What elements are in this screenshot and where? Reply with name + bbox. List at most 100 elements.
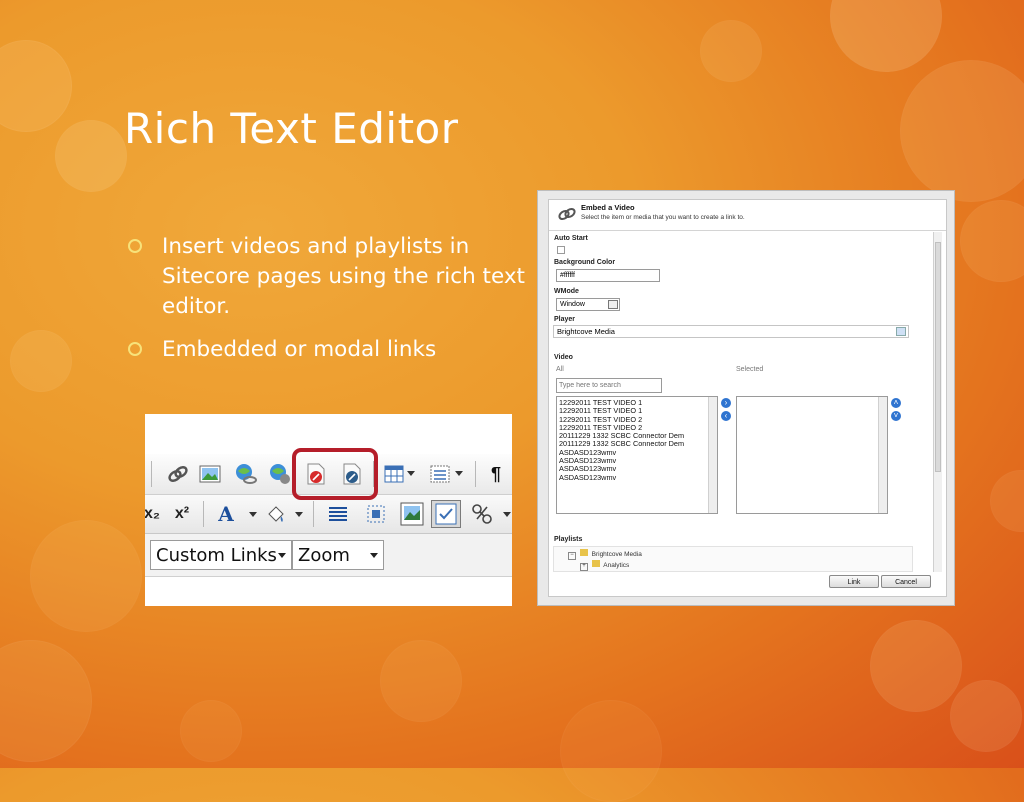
bokeh-circle <box>10 330 72 392</box>
playlist-node-label: Brightcove Media <box>591 551 642 558</box>
bullet-text: Insert videos and playlists in Sitecore … <box>162 234 525 319</box>
zoom-label: Zoom <box>298 545 350 566</box>
superscript-icon[interactable]: x² <box>169 501 195 527</box>
toolbar-row-3: Custom Links Zoom <box>145 534 512 577</box>
playlist-tree: − Brightcove Media + Analytics <box>553 546 913 572</box>
toolbar-separator <box>475 461 476 487</box>
remove-arrow-icon[interactable]: ‹ <box>721 411 731 421</box>
playlist-tree-node[interactable]: − Brightcove Media <box>568 549 642 560</box>
scrollbar-thumb[interactable] <box>935 242 941 472</box>
bullet-ring-icon <box>128 342 142 356</box>
background-color-value: #ffffff <box>560 272 575 279</box>
custom-links-dropdown[interactable]: Custom Links <box>150 540 292 570</box>
chevron-down-icon[interactable] <box>407 471 415 476</box>
bokeh-circle <box>55 120 127 192</box>
dialog-body: Embed a Video Select the item or media t… <box>548 199 947 597</box>
video-label: Video <box>554 354 573 361</box>
video-link-icon <box>557 206 577 227</box>
link-manager-icon[interactable] <box>233 461 259 487</box>
bokeh-circle <box>0 640 92 762</box>
settings-icon[interactable] <box>469 501 495 527</box>
chevron-down-icon <box>278 553 286 558</box>
dialog-scrollbar[interactable] <box>933 232 942 572</box>
chevron-down-icon[interactable] <box>295 512 303 517</box>
video-selected-list[interactable] <box>736 396 888 514</box>
layout-icon[interactable] <box>431 500 461 528</box>
chevron-down-icon <box>608 300 618 309</box>
toolbar-separator <box>313 501 314 527</box>
media-icon[interactable] <box>399 501 425 527</box>
chevron-down-icon <box>370 553 378 558</box>
font-color-label: A <box>218 502 234 526</box>
video-search-input[interactable] <box>556 378 662 393</box>
wmode-value: Window <box>560 301 585 308</box>
image-icon[interactable] <box>197 461 223 487</box>
link-remove-icon[interactable] <box>267 461 293 487</box>
embed-video-dialog-screenshot: Embed a Video Select the item or media t… <box>538 191 954 605</box>
dialog-subtitle: Select the item or media that you want t… <box>581 214 745 221</box>
video-buttons-highlight <box>292 448 378 500</box>
move-up-arrow-icon[interactable]: ˄ <box>891 398 901 408</box>
highlight-color-icon[interactable] <box>263 501 289 527</box>
paragraph-icon[interactable]: ¶ <box>483 461 509 487</box>
bullet-item: Embedded or modal links <box>124 335 544 365</box>
auto-start-label: Auto Start <box>554 235 588 242</box>
collapse-icon[interactable]: − <box>568 552 576 560</box>
video-list-items: 12292011 TEST VIDEO 1 12292011 TEST VIDEO… <box>559 398 715 482</box>
playlist-tree-node[interactable]: + Analytics <box>580 560 629 571</box>
wmode-label: WMode <box>554 288 579 295</box>
subscript-label: x₂ <box>145 505 160 522</box>
bokeh-circle <box>30 520 142 632</box>
video-all-list[interactable]: 12292011 TEST VIDEO 1 12292011 TEST VIDEO… <box>556 396 718 514</box>
selected-label: Selected <box>736 366 764 373</box>
toolbar-screenshot: ¶ x₂ x² A Custom Links Zoom <box>145 414 512 606</box>
bullet-text: Embedded or modal links <box>162 337 437 362</box>
bullet-ring-icon <box>128 239 142 253</box>
list-scrollbar[interactable] <box>708 397 717 513</box>
bullet-list: Insert videos and playlists in Sitecore … <box>124 232 544 378</box>
bullet-item: Insert videos and playlists in Sitecore … <box>124 232 544 322</box>
bokeh-circle <box>700 20 762 82</box>
bokeh-circle <box>560 700 662 802</box>
align-icon[interactable] <box>325 501 351 527</box>
toolbar-separator <box>151 461 152 487</box>
expand-icon[interactable]: + <box>580 563 588 571</box>
superscript-label: x² <box>174 505 190 522</box>
bokeh-circle <box>180 700 242 762</box>
background-color-input[interactable]: #ffffff <box>556 269 660 282</box>
add-arrow-icon[interactable]: › <box>721 398 731 408</box>
chevron-down-icon[interactable] <box>503 512 511 517</box>
toolbar-row-2: x₂ x² A <box>145 495 512 534</box>
chevron-down-icon[interactable] <box>249 512 257 517</box>
select-all-icon[interactable] <box>363 501 389 527</box>
table-icon[interactable] <box>381 461 407 487</box>
zoom-dropdown[interactable]: Zoom <box>292 540 384 570</box>
video-list-item[interactable]: ASDASD123wmv <box>559 473 715 482</box>
move-down-arrow-icon[interactable]: ˅ <box>891 411 901 421</box>
bokeh-circle <box>870 620 962 712</box>
wmode-select[interactable]: Window <box>556 298 620 311</box>
background-color-label: Background Color <box>554 259 616 266</box>
bokeh-circle <box>0 40 72 132</box>
chevron-down-icon[interactable] <box>455 471 463 476</box>
link-button[interactable]: Link <box>829 575 879 588</box>
player-select[interactable]: Brightcove Media <box>553 325 909 338</box>
hyperlink-icon[interactable] <box>165 461 191 487</box>
list-icon[interactable] <box>427 461 453 487</box>
bokeh-circle <box>830 0 942 72</box>
custom-links-label: Custom Links <box>156 545 277 566</box>
auto-start-checkbox[interactable] <box>557 246 565 254</box>
player-label: Player <box>554 316 576 323</box>
paragraph-mark: ¶ <box>490 463 501 484</box>
toolbar-separator <box>203 501 204 527</box>
subscript-icon[interactable]: x₂ <box>145 501 165 527</box>
dialog-header: Embed a Video Select the item or media t… <box>549 200 946 231</box>
slide-title: Rich Text Editor <box>124 104 459 153</box>
font-color-icon[interactable]: A <box>213 501 239 527</box>
dialog-title: Embed a Video <box>581 203 635 212</box>
cancel-button[interactable]: Cancel <box>881 575 931 588</box>
folder-icon <box>579 549 588 556</box>
bokeh-circle <box>380 640 462 722</box>
list-scrollbar[interactable] <box>878 397 887 513</box>
bokeh-circle <box>960 200 1024 282</box>
